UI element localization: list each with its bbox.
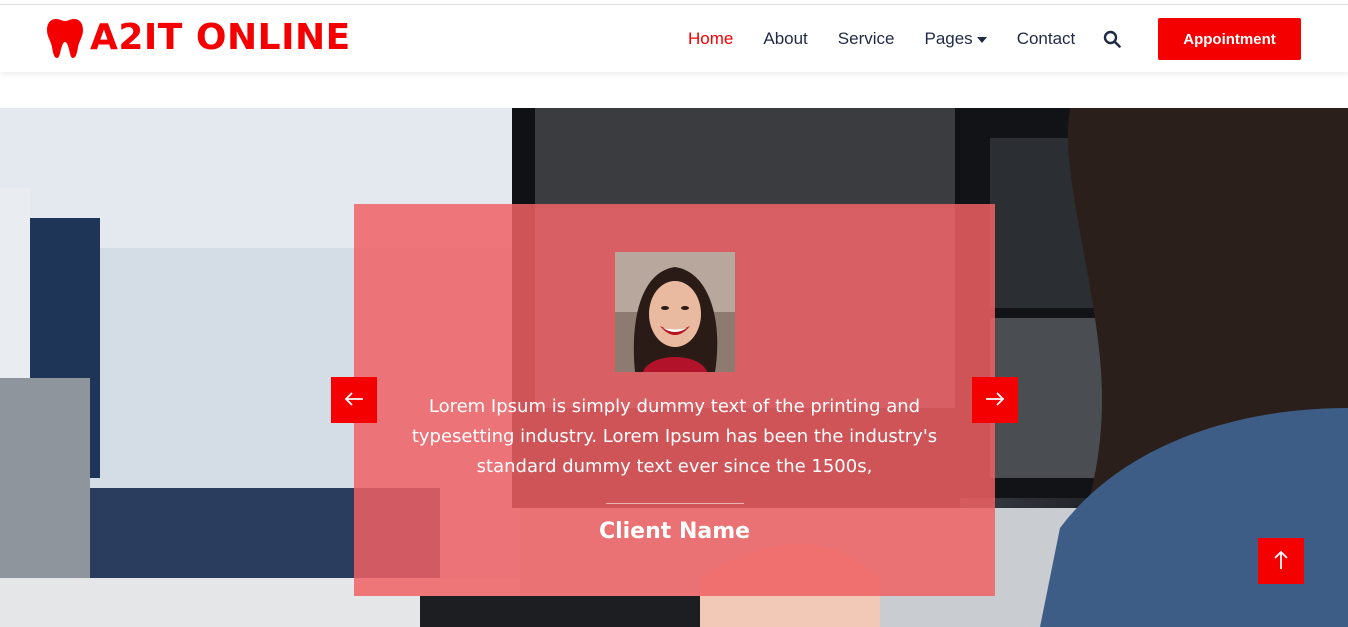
nav-pages[interactable]: Pages xyxy=(924,5,987,72)
chevron-down-icon xyxy=(976,36,987,43)
testimonial-hero: Lorem Ipsum is simply dummy text of the … xyxy=(0,108,1348,627)
search-icon[interactable] xyxy=(1103,30,1122,48)
main-nav: Home About Service Pages Contact xyxy=(688,5,1149,72)
brand-name: A2IT ONLINE xyxy=(90,17,351,58)
arrow-right-icon xyxy=(985,391,1005,409)
divider xyxy=(606,503,744,504)
client-photo xyxy=(615,252,735,372)
client-name: Client Name xyxy=(598,519,751,544)
nav-about[interactable]: About xyxy=(763,5,807,72)
nav-pages-label: Pages xyxy=(924,29,973,48)
arrow-up-icon xyxy=(1274,550,1288,573)
nav-home[interactable]: Home xyxy=(688,5,733,72)
brand-logo[interactable]: A2IT ONLINE xyxy=(46,17,351,59)
navbar: A2IT ONLINE Home About Service Pages Con… xyxy=(0,5,1348,72)
tooth-icon xyxy=(46,17,84,59)
back-to-top-button[interactable] xyxy=(1258,538,1304,584)
testimonial-quote: Lorem Ipsum is simply dummy text of the … xyxy=(411,396,938,477)
nav-contact[interactable]: Contact xyxy=(1017,5,1076,72)
carousel-prev-button[interactable] xyxy=(331,377,377,423)
nav-service[interactable]: Service xyxy=(838,5,895,72)
testimonial-card: Lorem Ipsum is simply dummy text of the … xyxy=(354,204,995,596)
appointment-button[interactable]: Appointment xyxy=(1158,18,1301,60)
arrow-left-icon xyxy=(344,391,364,409)
carousel-next-button[interactable] xyxy=(972,377,1018,423)
